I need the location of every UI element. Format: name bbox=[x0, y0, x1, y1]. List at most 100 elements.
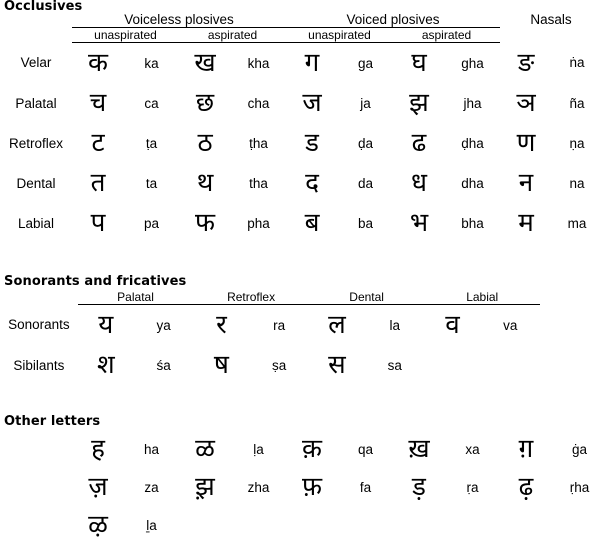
glyph-ya: य bbox=[98, 310, 114, 340]
glyph-sa: स bbox=[328, 350, 346, 380]
roman-nga: ṅa bbox=[569, 55, 585, 71]
roman-ghha: ġa bbox=[571, 441, 588, 457]
spacer-cell bbox=[500, 28, 595, 43]
roman-other-3-2-empty bbox=[231, 506, 286, 544]
glyph-za: ज़ bbox=[88, 472, 108, 502]
glyph-other-3-5-empty bbox=[500, 506, 552, 544]
table-row: Labial प pa फ pha ब ba भ bha म ma bbox=[0, 203, 595, 243]
devanagari-consonant-chart: Occlusives Voiceless plosives Voiced plo… bbox=[0, 0, 595, 546]
table-row: ऴ ḻa bbox=[0, 506, 595, 544]
glyph-ttha: ठ bbox=[197, 128, 213, 158]
glyph-ta: त bbox=[90, 168, 106, 198]
subheader-voiceless-aspirated: aspirated bbox=[179, 27, 286, 43]
roman-ssa: ṣa bbox=[272, 357, 287, 373]
glyph-ga: ग bbox=[304, 48, 320, 78]
roman-ma: ma bbox=[567, 215, 587, 231]
glyph-tha: थ bbox=[196, 168, 214, 198]
section-title-other-letters: Other letters bbox=[4, 414, 101, 429]
group-header-voiceless-plosives: Voiceless plosives bbox=[72, 12, 286, 28]
glyph-rra: ड़ bbox=[412, 472, 426, 502]
roman-nna: ṇa bbox=[569, 135, 585, 151]
roman-dha: dha bbox=[461, 175, 484, 191]
roman-ga: ga bbox=[357, 55, 374, 71]
roman-bha: bha bbox=[461, 215, 484, 231]
roman-rrha: ṛha bbox=[569, 479, 590, 495]
row-label-palatal: Palatal bbox=[15, 95, 57, 111]
roman-lla: ḷa bbox=[253, 441, 264, 457]
glyph-sibilant-labial-empty bbox=[424, 345, 480, 385]
roman-dda: ḍa bbox=[357, 135, 374, 151]
glyph-jha: झ bbox=[409, 88, 429, 118]
glyph-ja: ज bbox=[302, 88, 322, 118]
glyph-dha: ध bbox=[411, 168, 427, 198]
glyph-ssa: ष bbox=[213, 350, 229, 380]
roman-pha: pha bbox=[247, 215, 270, 231]
glyph-xa: ख़ bbox=[408, 434, 430, 464]
row-label-sibilants: Sibilants bbox=[13, 357, 65, 373]
roman-jha: jha bbox=[463, 95, 482, 111]
roman-tha: tha bbox=[249, 175, 268, 191]
roman-cha: cha bbox=[247, 95, 270, 111]
table-row: Retroflex ट ṭa ठ ṭha ड ḍa ढ ḍha ण ṇa bbox=[0, 123, 595, 163]
roman-gha: gha bbox=[461, 55, 484, 71]
glyph-gha: घ bbox=[411, 48, 427, 78]
table-row: Sonorants य ya र ra ल la व va bbox=[0, 305, 540, 346]
table-row: ह ha ळ ḷa क़ qa ख़ xa ग़ ġa bbox=[0, 430, 595, 468]
occlusives-subheader-row: unaspirated aspirated unaspirated aspira… bbox=[0, 27, 595, 43]
glyph-zha: झ़ bbox=[195, 472, 215, 502]
glyph-nga: ङ bbox=[517, 47, 535, 78]
column-header-palatal: Palatal bbox=[77, 290, 194, 305]
roman-nya: ña bbox=[569, 95, 585, 111]
glyph-sha: श bbox=[96, 350, 115, 380]
roman-ja: ja bbox=[360, 95, 371, 111]
glyph-other-3-4-empty bbox=[393, 506, 445, 544]
glyph-ha: ह bbox=[91, 434, 105, 464]
glyph-llla: ऴ bbox=[88, 510, 108, 540]
sonorants-table: Palatal Retroflex Dental Labial Sonorant… bbox=[0, 290, 540, 385]
table-row: ज़ za झ़ zha फ़ fa ड़ ṛa ढ़ ṛha bbox=[0, 468, 595, 506]
glyph-tta: ट bbox=[91, 128, 105, 158]
roman-other-3-3-empty bbox=[338, 506, 393, 544]
glyph-fa: फ़ bbox=[301, 472, 323, 502]
group-header-voiced-plosives: Voiced plosives bbox=[286, 12, 500, 28]
subheader-voiced-aspirated: aspirated bbox=[393, 27, 500, 43]
roman-da: da bbox=[357, 175, 374, 191]
occlusives-group-header-row: Voiceless plosives Voiced plosives Nasal… bbox=[0, 12, 595, 28]
row-label-labial: Labial bbox=[17, 215, 55, 231]
roman-ta: ta bbox=[145, 175, 158, 191]
subheader-voiceless-unaspirated: unaspirated bbox=[72, 27, 179, 43]
roman-sa: sa bbox=[387, 357, 402, 373]
roman-sibilant-labial-empty bbox=[481, 345, 540, 385]
spacer-cell bbox=[0, 290, 78, 305]
roman-rra: ṛa bbox=[466, 479, 479, 495]
column-header-dental: Dental bbox=[308, 290, 425, 305]
row-label-other-3 bbox=[0, 506, 72, 544]
occlusives-table: Voiceless plosives Voiced plosives Nasal… bbox=[0, 12, 595, 243]
column-header-labial: Labial bbox=[424, 290, 540, 305]
glyph-ca: च bbox=[89, 88, 107, 118]
roman-ca: ca bbox=[144, 95, 159, 111]
roman-ra: ra bbox=[273, 317, 286, 333]
row-label-sonorants: Sonorants bbox=[8, 317, 70, 333]
subheader-voiced-unaspirated: unaspirated bbox=[286, 27, 393, 43]
glyph-kha: ख bbox=[194, 48, 216, 78]
glyph-other-3-2-empty bbox=[179, 506, 231, 544]
roman-la: la bbox=[389, 317, 400, 333]
glyph-other-3-3-empty bbox=[286, 506, 338, 544]
roman-na: na bbox=[569, 175, 585, 191]
glyph-nna: ण bbox=[516, 128, 536, 158]
roman-qa: qa bbox=[357, 441, 374, 457]
glyph-ba: ब bbox=[304, 208, 320, 238]
roman-ddha: ḍha bbox=[461, 135, 484, 151]
table-row: Velar क ka ख kha ग ga घ gha ङ ṅa bbox=[0, 43, 595, 84]
roman-sha: śa bbox=[156, 357, 171, 373]
row-label-dental: Dental bbox=[16, 175, 56, 191]
roman-other-3-5-empty bbox=[552, 506, 595, 544]
glyph-bha: भ bbox=[409, 208, 429, 238]
roman-tta: ṭa bbox=[145, 135, 158, 151]
roman-ka: ka bbox=[144, 55, 159, 71]
glyph-nya: ञ bbox=[516, 88, 536, 118]
column-header-retroflex: Retroflex bbox=[193, 290, 309, 305]
table-row: Palatal च ca छ cha ज ja झ jha ञ ña bbox=[0, 83, 595, 123]
glyph-la: ल bbox=[328, 310, 346, 340]
